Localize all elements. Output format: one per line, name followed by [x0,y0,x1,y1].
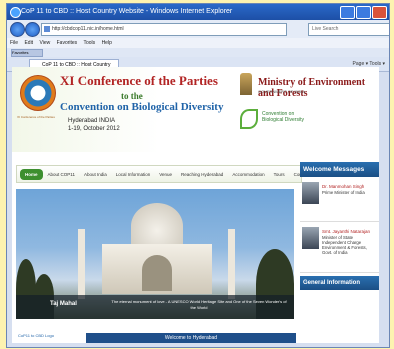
person-role: Minister of State Independent Charge Env… [322,235,367,255]
ie-logo-icon [10,7,21,18]
welcome-messages-heading: Welcome Messages [300,162,379,177]
conference-to-the: to the [121,91,143,101]
favorites-button[interactable]: Favorites [11,49,43,57]
welcome-banner: Welcome to Hyderabad [86,333,296,343]
convention-title: Convention on Biological Diversity [60,101,224,113]
page-icon [44,26,50,32]
back-icon[interactable] [10,22,25,37]
window-controls [340,6,387,19]
page-content: XI Conference of the Parties XI Conferen… [12,67,379,343]
nav-local-information[interactable]: Local Information [116,172,151,177]
title-bar: CoP 11 to CBD :: Host Country Website - … [7,4,389,20]
nav-about-cop11[interactable]: About COP11 [48,172,75,177]
maximize-button[interactable] [356,6,371,19]
site-navigation: Home About COP11 About India Local Infor… [16,165,316,183]
ministry-name: Ministry of Environment and Forests [258,77,366,99]
menu-file[interactable]: File [10,40,18,46]
message-item[interactable]: Dr. Manmohan Singh Prime Minister of Ind… [300,177,379,222]
forward-icon[interactable] [25,22,40,37]
hero-image[interactable]: Taj Mahal The eternal monument of love -… [16,189,294,319]
nav-home[interactable]: Home [20,168,43,180]
address-input[interactable]: http://cbdcop11.nic.in/home.html [41,23,287,36]
taj-arch [142,255,172,291]
person-photo [302,227,319,249]
window-title: CoP 11 to CBD :: Host Country Website - … [21,8,233,15]
site-header: XI Conference of the Parties XI Conferen… [12,67,379,152]
minimize-button[interactable] [340,6,355,19]
menu-bar: File Edit View Favorites Tools Help [7,38,389,48]
cbd-brand: Convention on Biological Diversity [262,111,304,123]
search-input[interactable]: Live Search [308,23,389,36]
menu-favorites[interactable]: Favorites [57,40,78,46]
cbd-leaf-icon [240,109,258,129]
menu-edit[interactable]: Edit [24,40,33,46]
cop11-logo-icon[interactable] [20,75,56,111]
hero-place: Taj Mahal [50,301,77,307]
minaret-right [228,229,235,299]
nav-about-india[interactable]: About India [84,172,107,177]
person-name[interactable]: Dr. Manmohan Singh [322,184,364,189]
menu-tools[interactable]: Tools [83,40,95,46]
national-emblem-icon [240,73,252,95]
nav-venue[interactable]: Venue [159,172,172,177]
sidebar: Welcome Messages Dr. Manmohan Singh Prim… [300,162,379,343]
person-role: Prime Minister of India [322,190,365,195]
hero-description: The eternal monument of love - A UNESCO … [111,299,287,310]
address-bar-row: http://cbdcop11.nic.in/home.html Live Se… [7,20,389,38]
event-dates: 1-19, October 2012 [68,126,120,132]
close-button[interactable] [372,6,387,19]
hero-caption: Taj Mahal The eternal monument of love -… [16,295,294,319]
nav-accommodation[interactable]: Accommodation [232,172,264,177]
nav-reaching-hyderabad[interactable]: Reaching Hyderabad [181,172,223,177]
menu-help[interactable]: Help [102,40,112,46]
event-place: Hyderabad INDIA 1-19, October 2012 [68,117,120,133]
taj-dome [131,203,183,249]
address-text: http://cbdcop11.nic.in/home.html [52,26,124,32]
minaret-left [78,229,85,299]
conference-title: XI Conference of the Parties [60,73,218,88]
message-item[interactable]: Smt. Jayanthi Natarajan Minister of Stat… [300,222,379,273]
govt-label: GOVERNMENT OF INDIA [258,89,306,94]
favorites-bar: Favorites [7,48,389,57]
nav-tours[interactable]: Tours [274,172,285,177]
general-information-heading: General Information [300,276,379,290]
person-photo [302,182,319,204]
event-location: Hyderabad INDIA [68,118,116,124]
logo-caption: XI Conference of the Parties [17,115,55,119]
person-name[interactable]: Smt. Jayanthi Natarajan [322,229,370,234]
menu-view[interactable]: View [39,40,50,46]
logo-link[interactable]: CoP11 to CBD Logo [18,333,54,338]
